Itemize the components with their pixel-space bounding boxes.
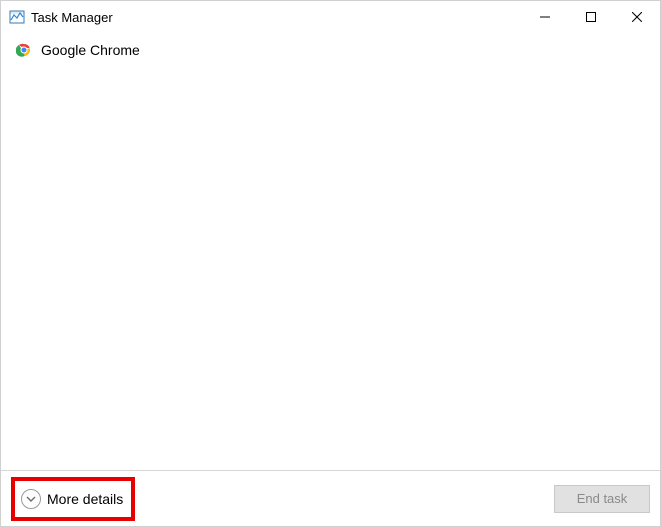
minimize-icon (540, 12, 550, 22)
process-list: Google Chrome (1, 33, 660, 470)
titlebar: Task Manager (1, 1, 660, 33)
maximize-icon (586, 12, 596, 22)
maximize-button[interactable] (568, 1, 614, 33)
more-details-toggle[interactable]: More details (15, 485, 129, 513)
more-details-label: More details (47, 491, 123, 507)
process-row[interactable]: Google Chrome (11, 37, 650, 63)
close-button[interactable] (614, 1, 660, 33)
chevron-down-icon (21, 489, 41, 509)
window-controls (522, 1, 660, 33)
task-manager-icon (9, 9, 25, 25)
footer: More details End task (1, 470, 660, 526)
window-title: Task Manager (31, 10, 522, 25)
chrome-icon (15, 41, 33, 59)
end-task-button[interactable]: End task (554, 485, 650, 513)
annotation-highlight: More details (11, 477, 135, 521)
close-icon (632, 12, 642, 22)
process-name: Google Chrome (41, 42, 140, 58)
minimize-button[interactable] (522, 1, 568, 33)
